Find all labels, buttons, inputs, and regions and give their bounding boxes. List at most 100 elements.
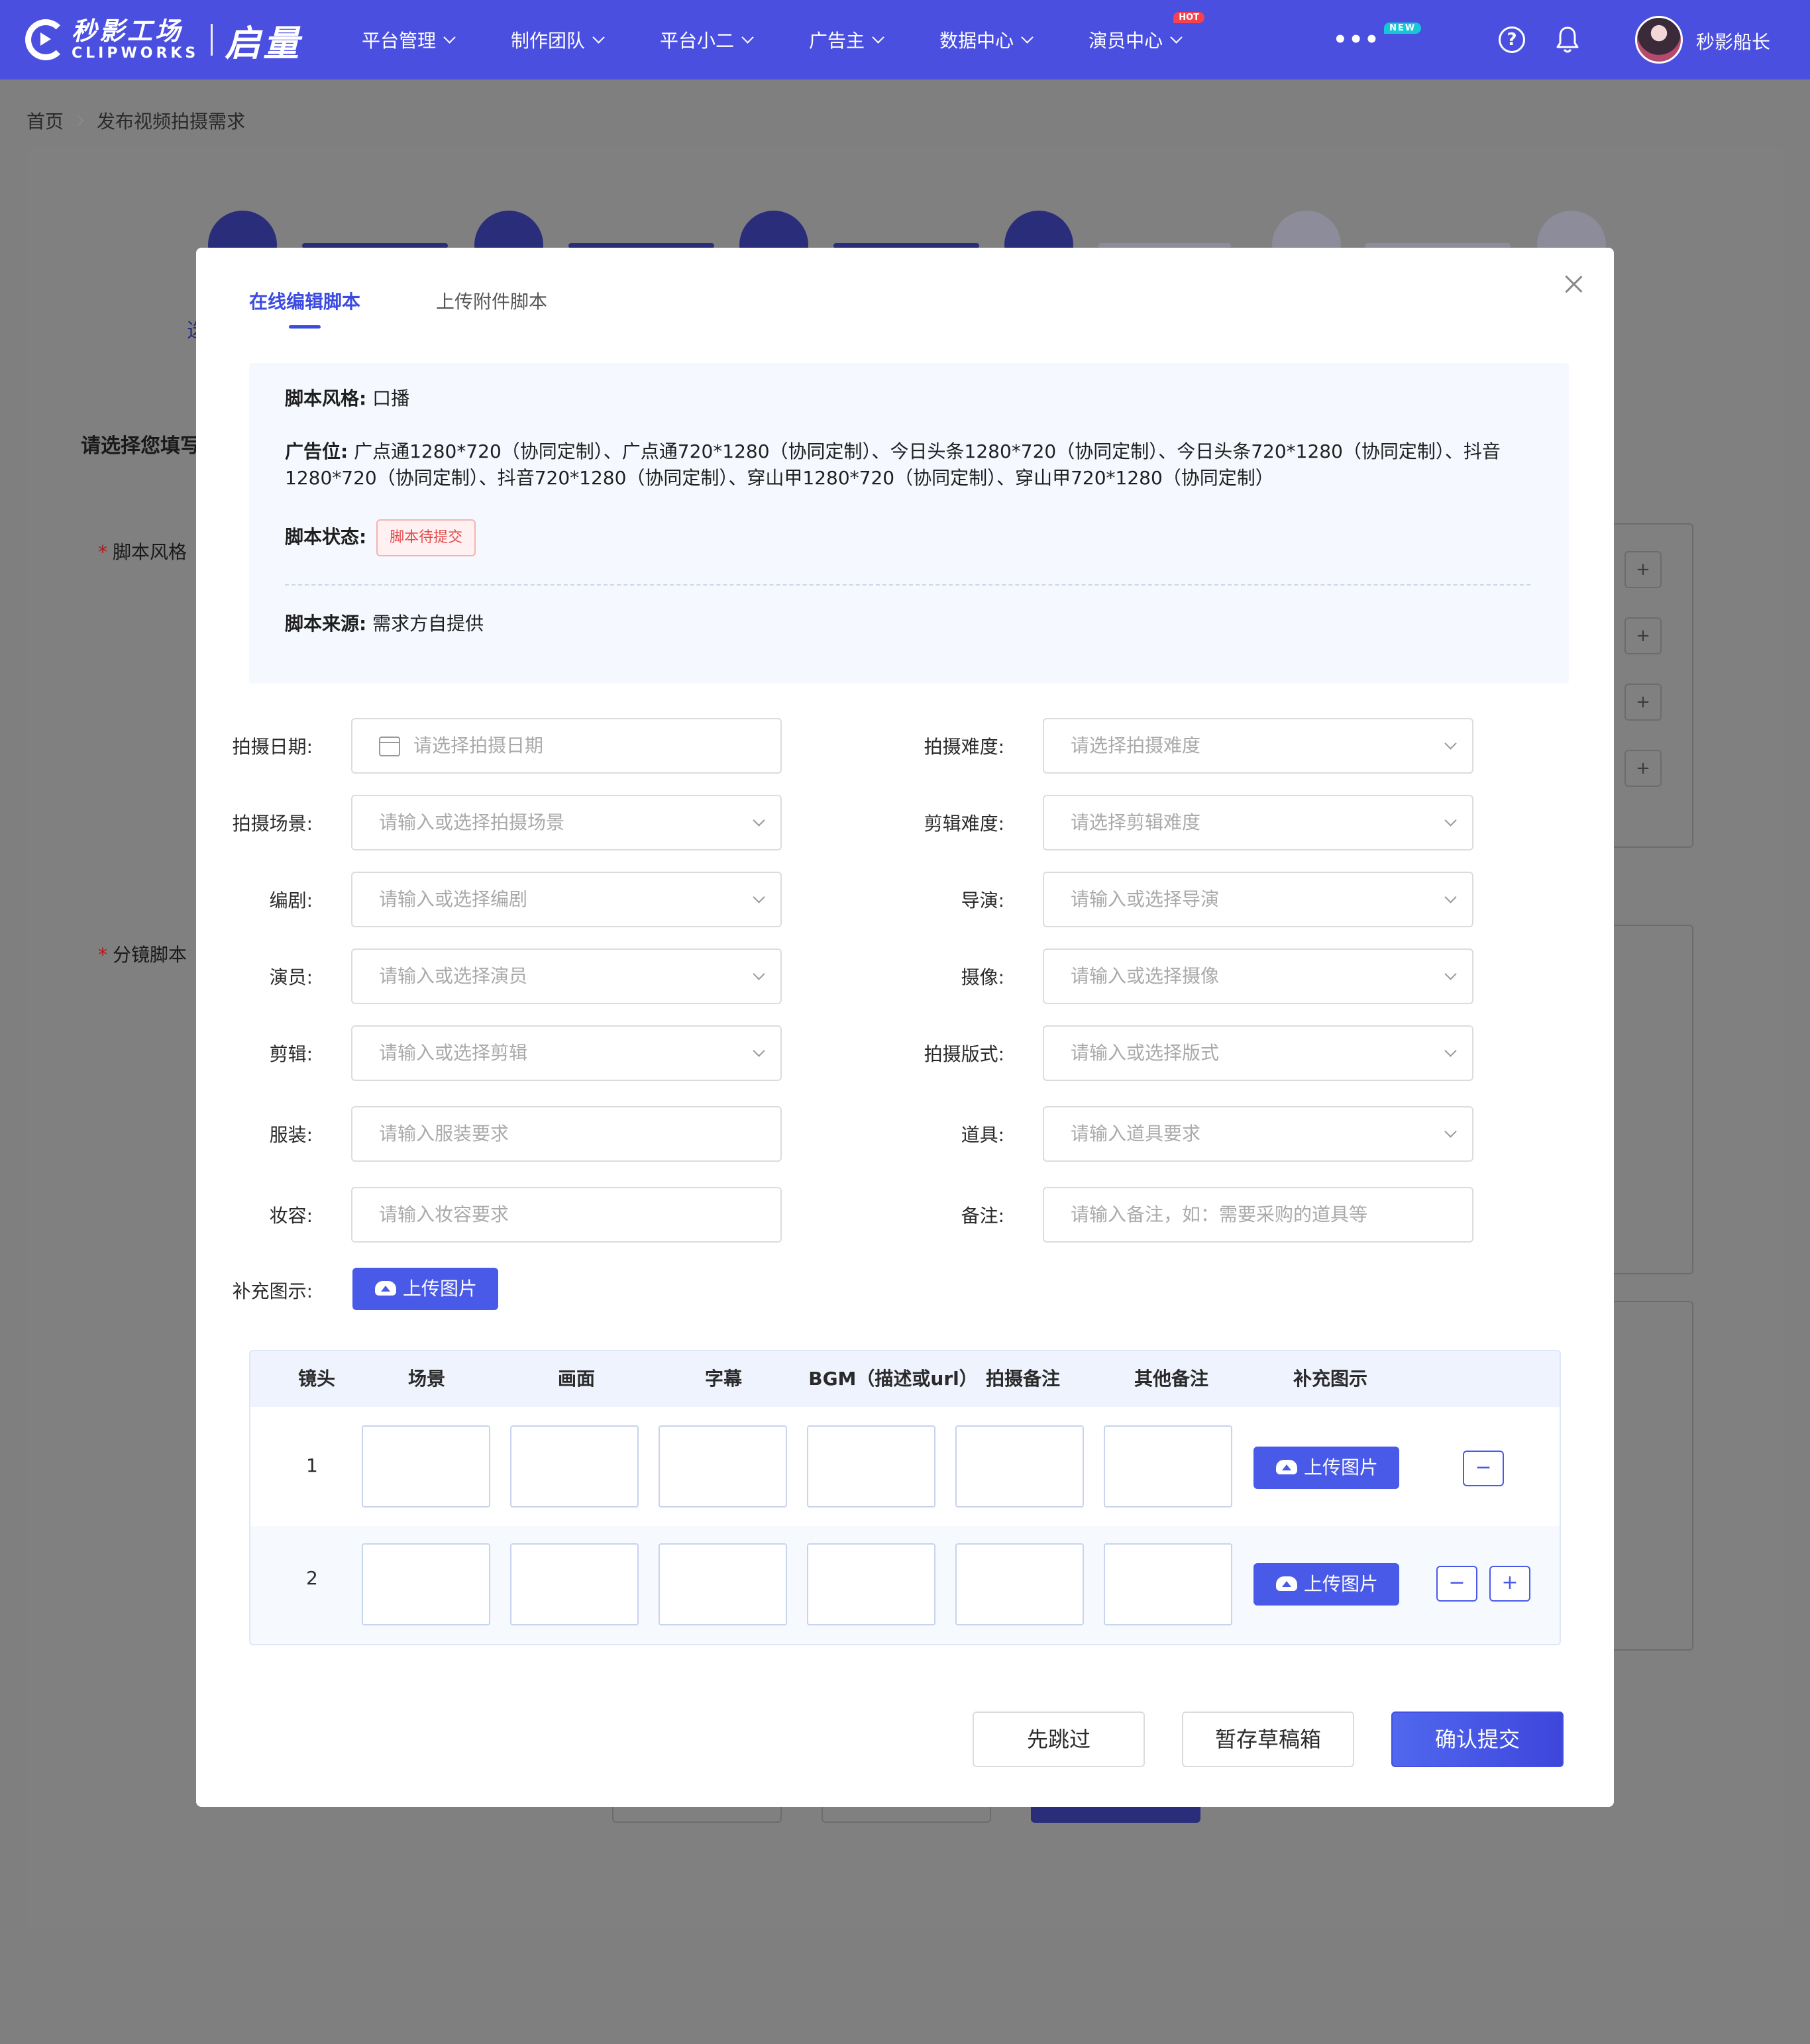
clipworks-logo[interactable]: 秒影工场 CLIPWORKS 启量 <box>25 15 301 65</box>
label-shoot-difficulty: 拍摄难度: <box>924 736 1004 758</box>
shot-number: 2 <box>306 1567 318 1589</box>
info-script-style: 脚本风格: 口播 <box>285 385 409 412</box>
row-upload-image-button[interactable]: 上传图片 <box>1253 1563 1399 1606</box>
upload-image-button[interactable]: 上传图片 <box>352 1268 498 1310</box>
menu-actor-center[interactable]: 演员中心 HOT <box>1089 12 1205 53</box>
chevron-down-icon <box>753 968 765 980</box>
menu-advertiser[interactable]: 广告主 <box>809 26 884 53</box>
remove-row-button[interactable]: − <box>1436 1566 1477 1602</box>
shoot-format-select[interactable]: 请输入或选择版式 <box>1043 1025 1473 1081</box>
save-draft-button[interactable]: 暂存草稿箱 <box>1182 1712 1354 1767</box>
label-remarks: 备注: <box>961 1205 1004 1227</box>
shoot-note-cell-input[interactable] <box>955 1425 1084 1507</box>
director-select[interactable]: 请输入或选择导演 <box>1043 872 1473 927</box>
status-badge: 脚本待提交 <box>376 519 476 556</box>
info-key: 脚本来源: <box>285 613 367 635</box>
label-actor: 演员: <box>269 966 313 988</box>
field-label-storyboard: * 分镜脚本 <box>98 944 187 966</box>
menu-label: 平台管理 <box>362 30 437 52</box>
camera-select[interactable]: 请输入或选择摄像 <box>1043 948 1473 1004</box>
scene-cell-input[interactable] <box>362 1425 490 1507</box>
tab-upload-attachment[interactable]: 上传附件脚本 <box>436 287 547 329</box>
costume-input[interactable]: 请输入服装要求 <box>351 1106 782 1162</box>
column-header: 镜头 <box>297 1368 335 1390</box>
other-note-cell-input[interactable] <box>1104 1543 1232 1625</box>
chevron-down-icon <box>1444 737 1457 750</box>
table-row: 2 上传图片 − + <box>250 1526 1560 1644</box>
subtitle-cell-input[interactable] <box>659 1543 787 1625</box>
script-edit-modal: 在线编辑脚本 上传附件脚本 脚本风格: 口播 广告位: 广点通1280*720（… <box>196 248 1614 1807</box>
breadcrumb-current: 发布视频拍摄需求 <box>97 111 246 132</box>
breadcrumb-home[interactable]: 首页 <box>27 107 64 134</box>
table-header: 镜头 场景 画面 字幕 BGM（描述或url） 拍摄备注 其他备注 补充图示 <box>250 1351 1560 1407</box>
button-label: 上传图片 <box>403 1278 478 1300</box>
section-title: 请选择您填写 <box>81 434 200 458</box>
info-script-status: 脚本状态: 脚本待提交 <box>285 519 476 556</box>
help-icon[interactable]: ? <box>1499 26 1525 53</box>
row-upload-image-button[interactable]: 上传图片 <box>1253 1447 1399 1489</box>
placeholder: 请输入或选择剪辑 <box>379 1042 528 1064</box>
remove-row-button[interactable]: − <box>1463 1451 1504 1486</box>
skip-button[interactable]: 先跳过 <box>973 1712 1145 1767</box>
shot-number: 1 <box>306 1455 318 1476</box>
label-shoot-format: 拍摄版式: <box>924 1043 1004 1065</box>
frame-cell-input[interactable] <box>510 1543 639 1625</box>
table-row: 1 上传图片 − <box>250 1407 1560 1526</box>
bell-icon[interactable] <box>1554 25 1581 54</box>
label-shoot-date: 拍摄日期: <box>232 736 313 758</box>
background-panel <box>1603 925 1693 1274</box>
shoot-note-cell-input[interactable] <box>955 1543 1084 1625</box>
more-dots-icon: ••• <box>1333 26 1381 53</box>
placeholder: 请选择拍摄日期 <box>413 735 544 756</box>
shoot-date-picker[interactable]: 请选择拍摄日期 <box>351 718 782 774</box>
menu-data-center[interactable]: 数据中心 <box>939 26 1034 53</box>
actor-select[interactable]: 请输入或选择演员 <box>351 948 782 1004</box>
placeholder: 请输入或选择摄像 <box>1071 965 1220 987</box>
scene-cell-input[interactable] <box>362 1543 490 1625</box>
info-value: 1280*720（协同定制）、抖音720*1280（协同定制）、穿山甲1280*… <box>285 467 1274 489</box>
placeholder: 请输入服装要求 <box>379 1123 509 1145</box>
menu-platform-management[interactable]: 平台管理 <box>362 26 456 53</box>
tab-online-edit[interactable]: 在线编辑脚本 <box>249 287 360 329</box>
confirm-submit-button[interactable]: 确认提交 <box>1391 1712 1564 1767</box>
background-button <box>822 1807 991 1823</box>
info-key: 脚本状态: <box>285 526 367 548</box>
subtitle-cell-input[interactable] <box>659 1425 787 1507</box>
placeholder: 请输入妆容要求 <box>379 1203 509 1225</box>
add-icon: + <box>1624 750 1662 787</box>
shoot-difficulty-select[interactable]: 请选择拍摄难度 <box>1043 718 1473 774</box>
placeholder: 请输入或选择编剧 <box>379 888 528 910</box>
menu-platform-assistant[interactable]: 平台小二 <box>660 26 754 53</box>
shoot-scene-select[interactable]: 请输入或选择拍摄场景 <box>351 795 782 850</box>
frame-cell-input[interactable] <box>510 1425 639 1507</box>
bgm-cell-input[interactable] <box>807 1425 935 1507</box>
column-header: 其他备注 <box>1134 1368 1208 1390</box>
close-icon[interactable] <box>1562 273 1585 295</box>
chevron-down-icon <box>741 30 754 44</box>
logo-sub-brand: 启量 <box>225 22 302 64</box>
avatar[interactable] <box>1635 16 1683 64</box>
editor-select[interactable]: 请输入或选择剪辑 <box>351 1025 782 1081</box>
chevron-down-icon <box>592 30 605 44</box>
more-menu-button[interactable]: ••• NEW <box>1333 23 1422 53</box>
other-note-cell-input[interactable] <box>1104 1425 1232 1507</box>
remarks-input[interactable]: 请输入备注，如：需要采购的道具等 <box>1043 1187 1473 1243</box>
screenwriter-select[interactable]: 请输入或选择编剧 <box>351 872 782 927</box>
menu-label: 演员中心 <box>1089 30 1163 52</box>
add-icon: + <box>1624 551 1662 588</box>
menu-production-team[interactable]: 制作团队 <box>511 26 605 53</box>
field-label-script-style: * 脚本风格 <box>98 541 187 563</box>
props-select[interactable]: 请输入道具要求 <box>1043 1106 1473 1162</box>
bgm-cell-input[interactable] <box>807 1543 935 1625</box>
user-name[interactable]: 秒影船长 <box>1696 28 1770 54</box>
column-header: 拍摄备注 <box>985 1368 1060 1390</box>
makeup-input[interactable]: 请输入妆容要求 <box>351 1187 782 1243</box>
placeholder: 请输入或选择拍摄场景 <box>379 811 565 833</box>
button-label: 上传图片 <box>1304 1456 1379 1478</box>
label-costume: 服装: <box>269 1124 313 1146</box>
column-header: 字幕 <box>704 1368 742 1390</box>
edit-difficulty-select[interactable]: 请选择剪辑难度 <box>1043 795 1473 850</box>
add-row-button[interactable]: + <box>1489 1566 1530 1602</box>
background-button <box>612 1807 782 1823</box>
placeholder: 请输入备注，如：需要采购的道具等 <box>1071 1203 1368 1225</box>
